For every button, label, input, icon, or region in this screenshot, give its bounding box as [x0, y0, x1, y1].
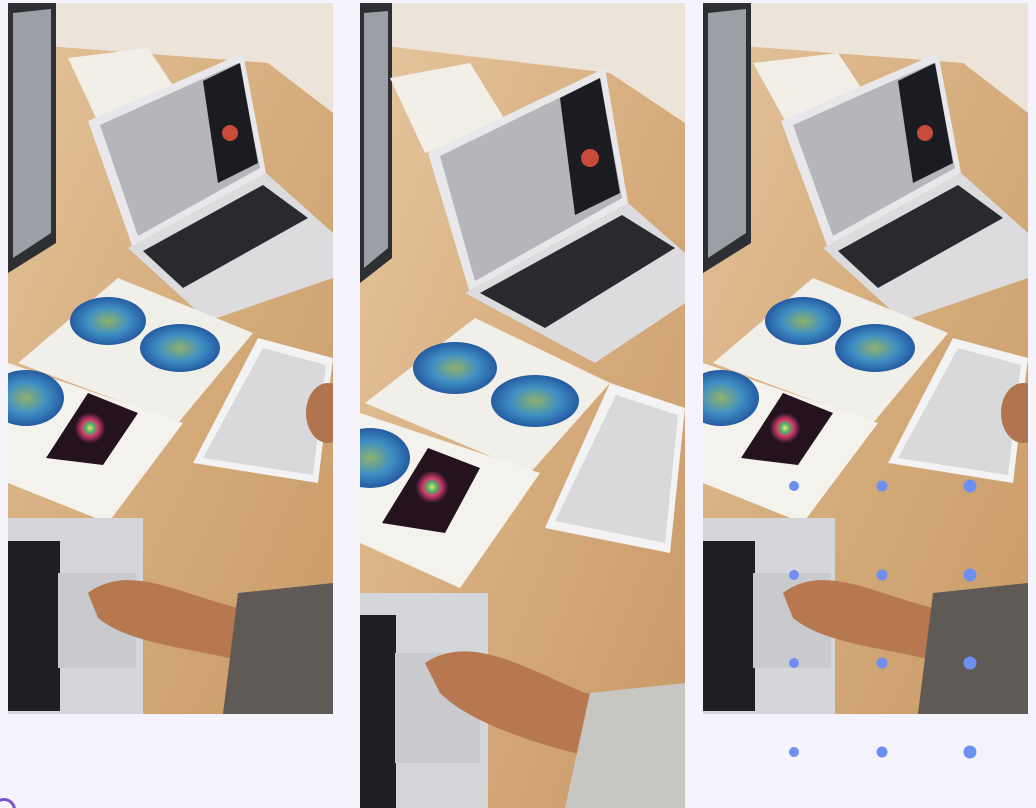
photo-left [8, 3, 333, 714]
photo-middle [360, 3, 685, 808]
desk-workspace-image [360, 3, 685, 808]
decorative-dot [789, 747, 799, 757]
decorative-dot [876, 746, 888, 758]
corner-circle-decoration [0, 798, 16, 808]
photo-gallery [0, 0, 1036, 808]
photo-right [703, 3, 1028, 714]
desk-workspace-image [703, 3, 1028, 714]
decorative-dot [963, 745, 977, 759]
desk-workspace-image [8, 3, 333, 714]
